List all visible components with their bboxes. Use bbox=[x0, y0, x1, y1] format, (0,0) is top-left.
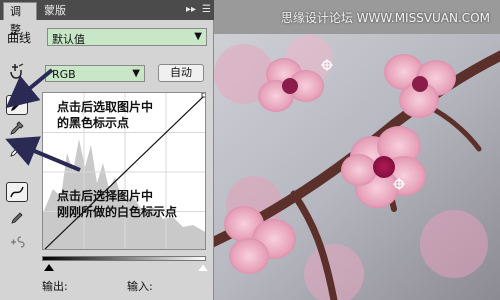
app: 调整 蒙版 ▸▸ ☰ 曲线 默认值 ▼ RGB ▼ 自动 点击后选取图片中 的黑… bbox=[0, 0, 500, 300]
preset-select[interactable]: 默认值 ▼ bbox=[47, 28, 207, 46]
collapse-icon[interactable]: ▸▸ bbox=[186, 3, 196, 17]
tool-column bbox=[6, 90, 30, 250]
annotation-line-2: 的黑色标示点 bbox=[57, 116, 130, 130]
eyedropper-gray-icon[interactable] bbox=[6, 118, 28, 138]
curves-graph[interactable]: 点击后选取图片中 的黑色标示点 点击后选择图片中 刚刚所做的白色标示点 bbox=[42, 92, 206, 250]
panel-controls: ▸▸ ☰ bbox=[186, 3, 211, 17]
target-adjust-icon[interactable] bbox=[7, 62, 25, 80]
output-label: 输出: bbox=[42, 280, 68, 293]
eyedropper-white-icon[interactable] bbox=[6, 140, 28, 160]
input-label: 输入: bbox=[127, 280, 153, 293]
photo-svg bbox=[214, 34, 500, 300]
preset-value: 默认值 bbox=[52, 33, 85, 46]
white-point-slider[interactable] bbox=[198, 264, 208, 271]
tab-adjust[interactable]: 调整 bbox=[3, 2, 37, 36]
flower-photo bbox=[214, 34, 500, 300]
annotation-line-1: 点击后选取图片中 bbox=[57, 100, 154, 114]
chevron-down-icon: ▼ bbox=[194, 31, 202, 42]
curve-tool-icon[interactable] bbox=[6, 182, 28, 202]
chevron-down-icon: ▼ bbox=[132, 68, 140, 79]
panel-menu-icon[interactable]: ☰ bbox=[202, 3, 211, 17]
annotation-line-4: 刚刚所做的白色标示点 bbox=[57, 205, 178, 219]
watermark: 思缘设计论坛 WWW.MISSVUAN.COM bbox=[280, 11, 490, 25]
eyedropper-black-icon[interactable] bbox=[6, 95, 28, 115]
annotation-line-3: 点击后选择图片中 bbox=[57, 189, 154, 203]
gradient-bar bbox=[42, 256, 206, 261]
tab-mask[interactable]: 蒙版 bbox=[38, 2, 72, 20]
black-point-slider[interactable] bbox=[44, 264, 54, 271]
auto-button[interactable]: 自动 bbox=[158, 64, 204, 82]
channel-value: RGB bbox=[52, 68, 76, 81]
curves-row: 曲线 默认值 ▼ bbox=[7, 28, 207, 46]
pencil-icon[interactable] bbox=[6, 208, 28, 228]
tab-bar: 调整 蒙版 ▸▸ ☰ bbox=[0, 0, 214, 36]
channel-select[interactable]: RGB ▼ bbox=[45, 65, 145, 82]
smooth-icon[interactable] bbox=[6, 232, 28, 252]
curve-endpoint-top[interactable] bbox=[201, 93, 206, 98]
curves-label: 曲线 bbox=[7, 31, 32, 45]
adjustments-panel: 调整 蒙版 ▸▸ ☰ 曲线 默认值 ▼ RGB ▼ 自动 点击后选取图片中 的黑… bbox=[0, 0, 214, 300]
